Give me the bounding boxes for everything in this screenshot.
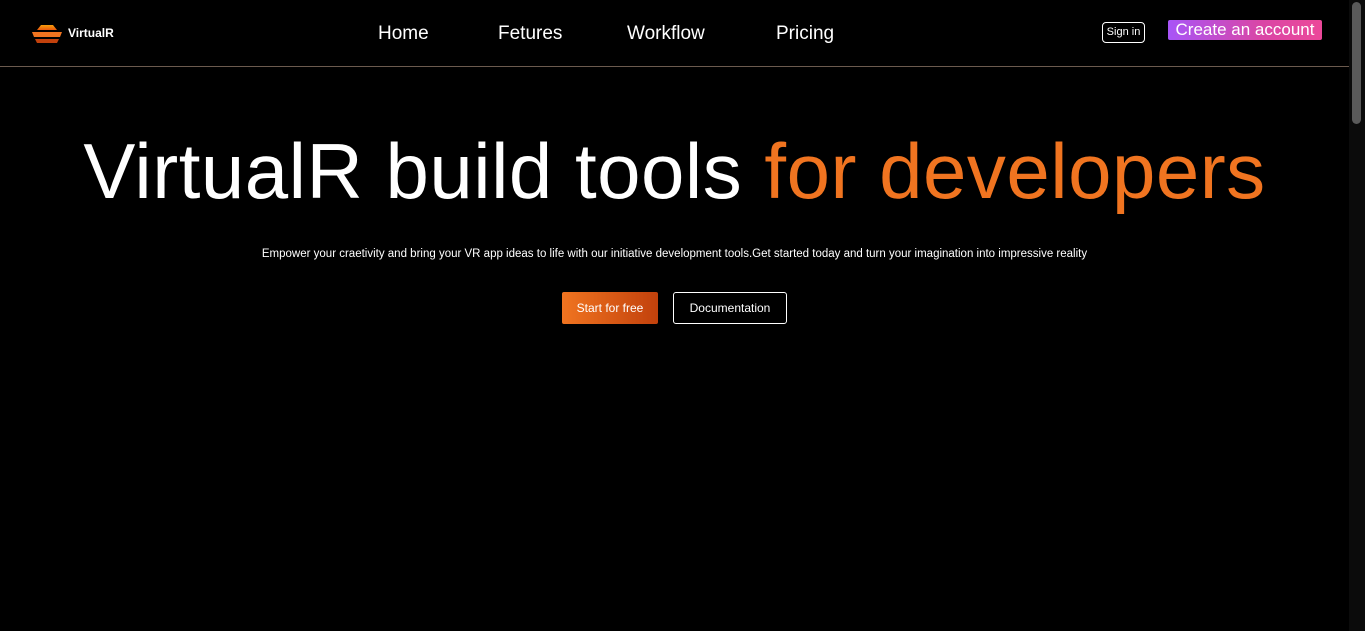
hero-title-accent: for developers	[764, 127, 1266, 215]
nav-item-workflow[interactable]: Workflow	[627, 22, 705, 46]
navbar: VirtualR Home Fetures Workflow Pricing S…	[0, 0, 1349, 67]
hero-title: VirtualR build tools for developers	[0, 125, 1349, 217]
main-nav: Home Fetures Workflow Pricing	[0, 22, 1349, 46]
nav-item-home[interactable]: Home	[378, 22, 429, 46]
nav-item-pricing[interactable]: Pricing	[776, 22, 834, 46]
cta-row: Start for free Documentation	[0, 292, 1349, 324]
create-account-button[interactable]: Create an account	[1168, 20, 1322, 40]
start-for-free-button[interactable]: Start for free	[562, 292, 658, 324]
hero-subtitle: Empower your craetivity and bring your V…	[261, 248, 1088, 260]
page: VirtualR Home Fetures Workflow Pricing S…	[0, 0, 1349, 631]
hero-title-main: VirtualR build tools	[83, 127, 765, 215]
sign-in-button[interactable]: Sign in	[1102, 22, 1145, 43]
vertical-scrollbar[interactable]	[1349, 0, 1365, 631]
scrollbar-thumb[interactable]	[1352, 2, 1361, 124]
documentation-button[interactable]: Documentation	[673, 292, 787, 324]
nav-item-features[interactable]: Fetures	[498, 22, 562, 46]
